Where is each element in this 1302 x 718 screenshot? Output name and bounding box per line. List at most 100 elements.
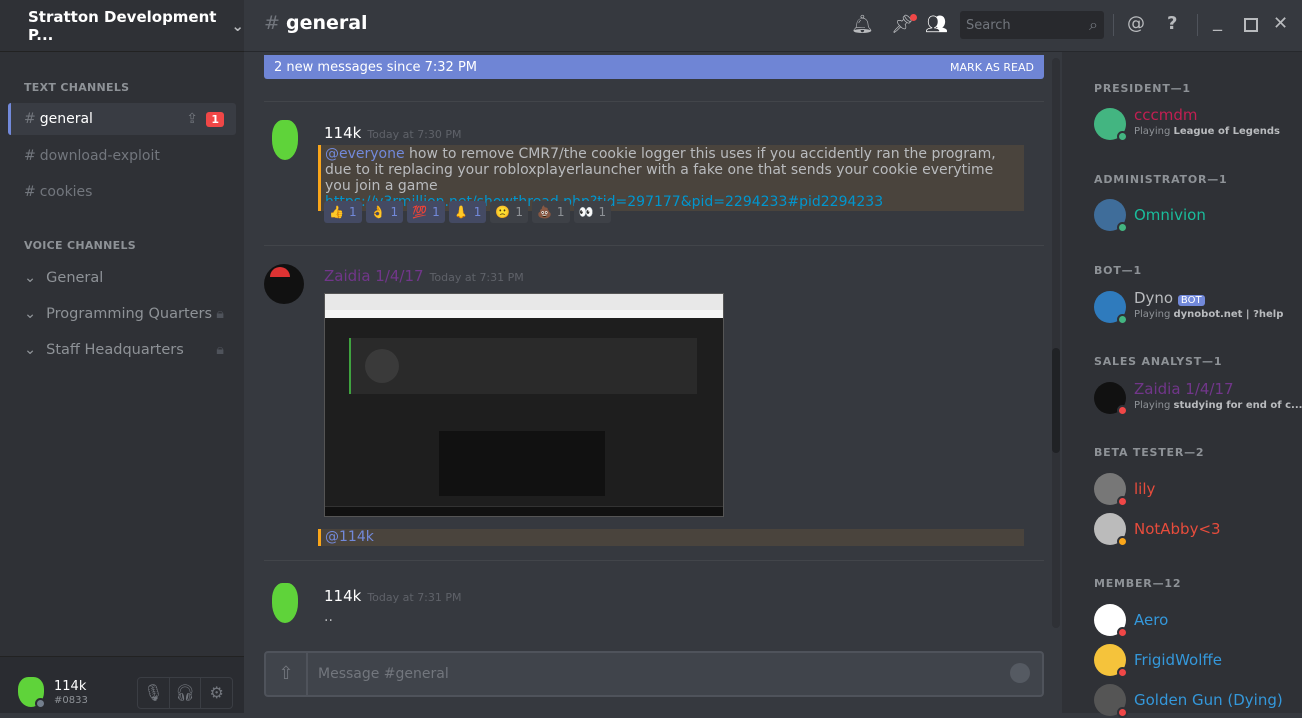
help-icon[interactable]: ? <box>1167 13 1177 34</box>
message-placeholder: Message #general <box>318 666 449 682</box>
settings-gear-icon[interactable]: ⚙ <box>201 678 232 708</box>
mention[interactable]: @everyone <box>325 146 405 162</box>
member-name: Golden Gun (Dying) <box>1134 691 1283 709</box>
reaction-ok-hand[interactable]: 👌 1 <box>365 201 404 223</box>
voice-channels-header[interactable]: VOICE CHANNELS <box>24 239 136 252</box>
member-name: Zaidia 1/4/17 <box>1134 380 1234 398</box>
member-item[interactable]: Aero <box>1094 602 1294 638</box>
microphone-icon[interactable]: 🎙︎ <box>138 678 170 708</box>
member-activity: Playing dynobot.net | ?help <box>1134 309 1284 320</box>
member-item[interactable]: Zaidia 1/4/17 Playing studying for end of… <box>1094 380 1302 416</box>
message-text: .. <box>324 609 333 625</box>
scrollbar-thumb[interactable] <box>1052 348 1060 453</box>
role-header: SALES ANALYST—1 <box>1094 355 1223 368</box>
invite-icon[interactable]: ⇪ <box>186 111 198 127</box>
search-input[interactable]: Search ⌕ <box>960 11 1104 39</box>
reaction-nose[interactable]: 👃 1 <box>448 201 487 223</box>
bot-badge: BOT <box>1177 295 1205 306</box>
channel-title: # general <box>264 12 368 34</box>
message-text: how to remove CMR7/the cookie logger thi… <box>325 146 996 194</box>
chevron-icon: ⌄ <box>24 306 37 322</box>
member-avatar <box>1094 473 1128 507</box>
member-avatar <box>1094 604 1128 638</box>
role-header: MEMBER—12 <box>1094 577 1182 590</box>
divider <box>1113 14 1114 36</box>
scrollbar-track[interactable] <box>1052 58 1060 628</box>
lock-icon: 🔒︎ <box>216 306 224 322</box>
channel-label: download-exploit <box>39 148 160 164</box>
timestamp: Today at 7:30 PM <box>367 128 462 141</box>
member-name: Dyno BOT <box>1134 289 1205 307</box>
reaction-100[interactable]: 💯 1 <box>407 201 445 223</box>
notification-bell-icon[interactable]: 🔔︎ <box>851 14 874 35</box>
hash-icon: # <box>24 184 36 200</box>
user-avatar[interactable] <box>18 677 46 709</box>
member-name: Aero <box>1134 611 1169 629</box>
member-list-icon[interactable]: 👥︎ <box>925 14 948 35</box>
emoji-picker-icon[interactable] <box>1010 663 1030 683</box>
minimize-icon[interactable]: _ <box>1213 11 1222 32</box>
timestamp: Today at 7:31 PM <box>429 271 524 284</box>
channel-label: cookies <box>39 184 93 200</box>
message-input[interactable]: ⇧ Message #general <box>264 651 1044 697</box>
hash-icon: # <box>24 148 36 164</box>
author-name[interactable]: 114k <box>324 587 361 605</box>
member-item[interactable]: NotAbby<3 <box>1094 511 1294 547</box>
member-activity: Playing League of Legends <box>1134 126 1280 137</box>
reaction-frown[interactable]: 🙁 1 <box>490 201 528 223</box>
reaction-poop[interactable]: 💩 1 <box>531 201 570 223</box>
author-avatar[interactable] <box>272 120 298 160</box>
channel-general[interactable]: # general ⇪ 1 <box>8 103 236 135</box>
chevron-down-icon: ⌄ <box>231 16 244 35</box>
member-name: Omnivion <box>1134 206 1206 224</box>
mention[interactable]: @114k <box>325 529 374 545</box>
hash-icon: # <box>264 12 286 34</box>
member-item[interactable]: Omnivion <box>1094 197 1294 233</box>
member-avatar <box>1094 108 1128 142</box>
author-name[interactable]: 114k <box>324 124 361 142</box>
mark-as-read-button[interactable]: MARK AS READ <box>950 61 1034 74</box>
server-header[interactable]: Stratton Development P... ⌄ <box>0 0 244 52</box>
channel-download-exploit[interactable]: # download-exploit <box>8 140 236 172</box>
channel-label: General <box>46 270 104 286</box>
image-attachment[interactable] <box>324 293 724 517</box>
reaction-eyes[interactable]: 👀 1 <box>573 201 612 223</box>
author-name[interactable]: Zaidia 1/4/17 <box>324 267 424 285</box>
search-icon: ⌕ <box>1089 15 1098 34</box>
author-avatar[interactable] <box>264 264 304 304</box>
timestamp: Today at 7:31 PM <box>367 591 462 604</box>
role-header: BETA TESTER—2 <box>1094 446 1205 459</box>
chevron-icon: ⌄ <box>24 342 37 358</box>
maximize-icon[interactable] <box>1244 18 1258 32</box>
member-item[interactable]: cccmdm Playing League of Legends <box>1094 106 1294 142</box>
member-avatar <box>1094 684 1128 718</box>
reaction-thumbs-up[interactable]: 👍 1 <box>324 201 362 223</box>
role-header: BOT—1 <box>1094 264 1142 277</box>
member-item[interactable]: FrigidWolffe <box>1094 642 1294 678</box>
new-messages-banner[interactable]: 2 new messages since 7:32 PM MARK AS READ <box>264 55 1044 79</box>
mentions-icon[interactable]: @ <box>1127 13 1145 34</box>
divider <box>1197 14 1198 36</box>
message-header: 114k Today at 7:30 PM <box>324 123 462 142</box>
role-header: PRESIDENT—1 <box>1094 82 1191 95</box>
member-item[interactable]: Dyno BOT Playing dynobot.net | ?help <box>1094 289 1294 325</box>
voice-channel-staff-headquarters[interactable]: ⌄ Staff Headquarters 🔒︎ <box>8 334 236 366</box>
member-item[interactable]: lily <box>1094 471 1294 507</box>
member-avatar <box>1094 199 1128 233</box>
user-panel: 114k #0833 🎙︎ 🎧︎ ⚙ <box>0 656 244 713</box>
voice-channel-general[interactable]: ⌄ General <box>8 262 236 294</box>
member-name: NotAbby<3 <box>1134 520 1221 538</box>
new-messages-text: 2 new messages since 7:32 PM <box>274 59 478 75</box>
channel-cookies[interactable]: # cookies <box>8 176 236 208</box>
text-channels-header[interactable]: TEXT CHANNELS <box>24 81 129 94</box>
author-avatar[interactable] <box>272 583 298 623</box>
pinned-messages-icon[interactable]: 📌︎ <box>891 14 917 35</box>
voice-channel-programming-quarters[interactable]: ⌄ Programming Quarters 🔒︎ <box>8 298 236 330</box>
close-icon[interactable]: ✕ <box>1273 13 1288 34</box>
headphones-icon[interactable]: 🎧︎ <box>170 678 202 708</box>
member-avatar <box>1094 513 1128 547</box>
member-avatar <box>1094 382 1128 416</box>
upload-icon[interactable]: ⇧ <box>266 653 308 695</box>
channel-label: Staff Headquarters <box>46 342 184 358</box>
role-header: ADMINISTRATOR—1 <box>1094 173 1228 186</box>
